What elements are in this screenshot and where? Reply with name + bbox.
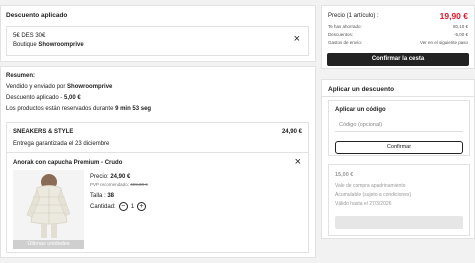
voucher-title: Vale de compra apadrinamiento	[335, 183, 406, 189]
discount-line-value: 5,00 €	[64, 95, 81, 101]
anorak-image	[13, 170, 84, 240]
apply-discount-panel: Aplicar un descuento Aplicar un código C…	[321, 79, 475, 239]
saved-row: Te has ahorrado: 80,10 €	[328, 24, 468, 29]
last-units-badge: Últimas unidades	[13, 240, 84, 249]
shipment-card: SNEAKERS & STYLE 24,90 € Entrega garanti…	[6, 122, 309, 253]
product-size-value: 38	[107, 193, 115, 199]
reservation-timer: 9 min 53 seg	[115, 106, 152, 112]
saved-label: Te has ahorrado:	[328, 24, 362, 29]
code-card: Aplicar un código Código (opcional) Conf…	[328, 100, 470, 156]
price-row: Precio (1 artículo) : 19,90 €	[328, 11, 468, 21]
shipment-header: SNEAKERS & STYLE 24,90 €	[13, 129, 302, 135]
quantity-value[interactable]: 1	[131, 204, 134, 210]
product-name[interactable]: Anorak con capucha Premium - Crudo	[13, 160, 122, 166]
summary-heading: Resumen:	[6, 73, 36, 79]
shipment-total: 24,90 €	[281, 129, 302, 135]
confirm-code-button[interactable]: Confirmar	[335, 141, 463, 154]
discounts-row: Descuentos: -5,00 €	[328, 32, 468, 37]
discount-applied-heading: Descuento aplicado	[6, 12, 68, 19]
discount-line: Descuento aplicado - 5,00 €	[6, 95, 81, 101]
product-rrp-value: 499,00 €	[130, 182, 148, 187]
divider	[7, 152, 308, 153]
close-icon[interactable]: ×	[294, 34, 300, 45]
product-rrp: PVP recomendado: 499,00 €	[90, 182, 148, 187]
voucher-card: 15,00 € Vale de compra apadrinamiento Ac…	[328, 164, 470, 236]
applied-code: 5€ DES 30€	[13, 33, 46, 39]
reservation-line: Los productos están reservados durante 9…	[6, 106, 152, 112]
quantity-decrease-button[interactable]: −	[118, 202, 128, 211]
code-card-heading: Aplicar un código	[335, 107, 386, 113]
product-size: Talla : 38	[90, 193, 115, 199]
order-totals-panel: Precio (1 artículo) : 19,90 € Te has aho…	[321, 5, 475, 69]
quantity-stepper: Cantidad: − 1 +	[90, 202, 147, 211]
code-input[interactable]: Código (opcional)	[335, 119, 463, 132]
shipping-value: Ver en el siguiente paso	[419, 40, 468, 45]
confirm-cart-button[interactable]: Confirmar la cesta	[327, 53, 469, 66]
price-value: 19,90 €	[439, 11, 468, 21]
shipment-title: SNEAKERS & STYLE	[13, 129, 74, 135]
heading-divider	[322, 96, 474, 97]
sold-by-brand: Showroomprive	[67, 84, 113, 90]
product-image[interactable]	[13, 170, 84, 240]
discount-applied-panel: Descuento aplicado 5€ DES 30€ Boutique S…	[0, 5, 316, 62]
apply-voucher-button[interactable]	[335, 216, 463, 229]
delivery-guarantee: Entrega garantizada el 23 diciembre	[13, 141, 110, 147]
applied-code-source: Boutique Showroomprive	[13, 42, 84, 48]
voucher-value: 15,00 €	[335, 172, 354, 178]
price-label: Precio (1 artículo) :	[328, 13, 379, 19]
quantity-label: Cantidad:	[90, 203, 116, 210]
voucher-expiry: Válido hasta el 27/3/2026	[335, 201, 392, 207]
shipping-label: Gastos de envío:	[328, 40, 363, 45]
voucher-condition: Acumulable (sujeto a condiciones)	[335, 192, 412, 198]
product-price: Precio: 24,90 €	[90, 174, 131, 180]
saved-value: 80,10 €	[452, 24, 468, 29]
shipping-row: Gastos de envío: Ver en el siguiente pas…	[328, 40, 468, 45]
sold-by: Vendido y enviado por Showroomprive	[6, 84, 113, 90]
product-price-value: 24,90 €	[110, 174, 131, 180]
summary-panel: Resumen: Vendido y enviado por Showroomp…	[0, 66, 316, 258]
discounts-value: -5,00 €	[453, 32, 468, 37]
source-brand: Showroomprive	[38, 42, 84, 48]
discounts-label: Descuentos:	[328, 32, 354, 37]
remove-item-close-icon[interactable]: ×	[295, 157, 301, 168]
applied-code-card: 5€ DES 30€ Boutique Showroomprive ×	[6, 26, 309, 56]
quantity-increase-button[interactable]: +	[137, 202, 147, 211]
apply-discount-heading: Aplicar un descuento	[328, 86, 395, 93]
